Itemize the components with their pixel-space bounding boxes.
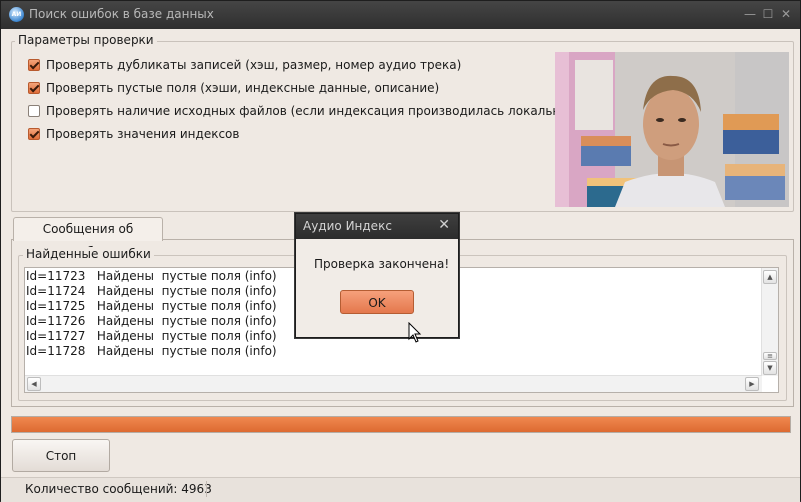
checkbox-label: Проверять значения индексов (46, 127, 240, 141)
checkbox-label: Проверять наличие исходных файлов (если … (46, 104, 573, 118)
checkbox-box[interactable] (28, 105, 40, 117)
progress-bar (11, 416, 791, 433)
dialog-close-icon[interactable]: ✕ (438, 217, 450, 233)
scroll-right-icon[interactable]: ▶ (745, 377, 759, 391)
checkbox-label: Проверять дубликаты записей (хэш, размер… (46, 58, 462, 72)
horizontal-scrollbar[interactable]: ◀ ▶ (25, 375, 762, 392)
title-bar[interactable]: AИ Поиск ошибок в базе данных — ☐ ✕ (1, 1, 800, 29)
scroll-up-icon[interactable]: ▲ (763, 270, 777, 284)
list-item[interactable]: Id=11725 Найдены пустые поля (info) (26, 299, 277, 314)
checkbox-label: Проверять пустые поля (хэши, индексные д… (46, 81, 440, 95)
list-item[interactable]: Id=11724 Найдены пустые поля (info) (26, 284, 277, 299)
message-count: Количество сообщений: 4963 (25, 482, 212, 496)
checkbox-box[interactable] (28, 128, 40, 140)
checkbox-check-duplicates[interactable]: Проверять дубликаты записей (хэш, размер… (28, 57, 461, 73)
dialog-title: Аудио Индекс (303, 219, 392, 233)
list-item[interactable]: Id=11723 Найдены пустые поля (info) (26, 269, 277, 284)
errors-legend: Найденные ошибки (23, 247, 154, 261)
list-item[interactable]: Id=11727 Найдены пустые поля (info) (26, 329, 277, 344)
close-icon[interactable]: ✕ (778, 6, 794, 22)
maximize-icon[interactable]: ☐ (760, 6, 776, 22)
checkbox-box[interactable] (28, 59, 40, 71)
tab-error-messages[interactable]: Сообщения об ошибках (13, 217, 163, 259)
scroll-down-icon[interactable]: ▼ (763, 361, 777, 375)
checkbox-check-source-files[interactable]: Проверять наличие исходных файлов (если … (28, 103, 572, 119)
dialog-title-bar[interactable]: Аудио Индекс ✕ (296, 214, 458, 239)
scroll-thumb[interactable]: ≡ (763, 352, 777, 360)
main-window: AИ Поиск ошибок в базе данных — ☐ ✕ Пара… (0, 0, 801, 502)
scroll-left-icon[interactable]: ◀ (27, 377, 41, 391)
stop-button[interactable]: Стоп (12, 439, 110, 472)
checkbox-check-index-values[interactable]: Проверять значения индексов (28, 126, 239, 142)
window-title: Поиск ошибок в базе данных (29, 7, 214, 21)
minimize-icon[interactable]: — (742, 6, 758, 22)
mouse-cursor-icon (408, 322, 422, 343)
checkbox-check-empty-fields[interactable]: Проверять пустые поля (хэши, индексные д… (28, 80, 439, 96)
info-dialog: Аудио Индекс ✕ Проверка закончена! OK (295, 213, 459, 338)
progress-fill (12, 417, 790, 432)
checkbox-box[interactable] (28, 82, 40, 94)
params-legend: Параметры проверки (15, 33, 157, 47)
status-separator (206, 481, 207, 497)
webcam-image (555, 52, 789, 207)
status-bar: Количество сообщений: 4963 (1, 477, 800, 502)
list-item[interactable]: Id=11726 Найдены пустые поля (info) (26, 314, 277, 329)
vertical-scrollbar[interactable]: ▲ ≡ ▼ (761, 268, 778, 376)
app-icon: AИ (9, 7, 24, 22)
dialog-message: Проверка закончена! (314, 257, 450, 271)
list-item[interactable]: Id=11728 Найдены пустые поля (info) (26, 344, 277, 359)
ok-button[interactable]: OK (340, 290, 414, 314)
